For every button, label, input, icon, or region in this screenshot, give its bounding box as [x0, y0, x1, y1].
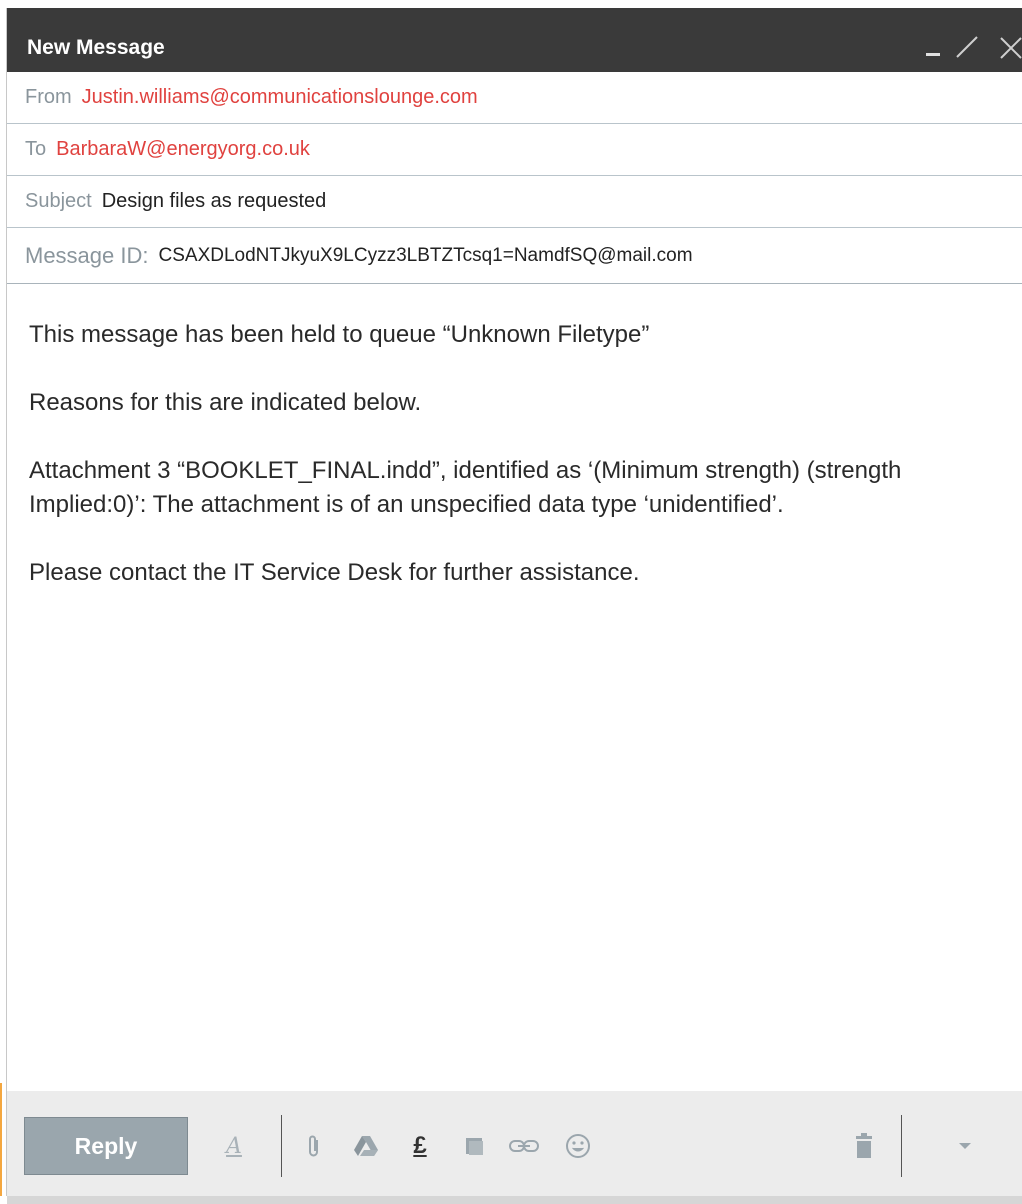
body-paragraph: This message has been held to queue “Unk… — [29, 321, 650, 348]
emoji-icon[interactable] — [563, 1131, 593, 1161]
minimize-icon[interactable] — [919, 30, 947, 64]
left-accent-bar — [0, 1083, 2, 1196]
subject-label: Subject — [25, 190, 92, 212]
trash-icon[interactable] — [853, 1131, 875, 1161]
copy-icon[interactable] — [461, 1131, 487, 1161]
toolbar-separator — [281, 1115, 282, 1177]
pound-icon[interactable]: £ — [407, 1131, 433, 1161]
text-format-glyph: A — [226, 1133, 242, 1159]
from-address[interactable]: Justin.williams@communicationslounge.com — [82, 86, 478, 109]
subject-row: Subject Design files as requested — [7, 176, 1022, 228]
paperclip-icon[interactable] — [305, 1131, 323, 1161]
expand-icon[interactable] — [953, 30, 981, 64]
subject-field[interactable]: Design files as requested — [102, 190, 327, 213]
pound-glyph: £ — [413, 1132, 427, 1159]
link-icon[interactable] — [507, 1131, 541, 1161]
to-address[interactable]: BarbaraW@energyorg.co.uk — [56, 138, 310, 161]
message-id-value: CSAXDLodNTJkyuX9LCyzz3LBTZTcsq1=NamdfSQ@… — [158, 244, 693, 266]
text-format-icon[interactable]: A — [221, 1131, 247, 1161]
title-bar: New Message — [7, 8, 1022, 72]
reply-button[interactable]: Reply — [24, 1117, 188, 1175]
from-row: From Justin.williams@communicationsloung… — [7, 72, 1022, 124]
more-options-icon[interactable] — [955, 1131, 975, 1161]
compose-toolbar: Reply A £ — [7, 1091, 1022, 1204]
message-id-row: Message ID: CSAXDLodNTJkyuX9LCyzz3LBTZTc… — [7, 228, 1022, 284]
to-label: To — [25, 138, 47, 160]
toolbar-separator-right — [901, 1115, 902, 1177]
compose-window: New Message From Justin.williams@communi… — [6, 8, 1022, 1204]
to-row: To BarbaraW@energyorg.co.uk — [7, 124, 1022, 176]
body-paragraph: Attachment 3 “BOOKLET_FINAL.indd”, ident… — [29, 457, 902, 518]
close-icon[interactable] — [997, 30, 1022, 64]
window-title: New Message — [27, 36, 165, 59]
window-bottom-border — [7, 1196, 1022, 1204]
body-paragraph: Reasons for this are indicated below. — [29, 389, 422, 416]
from-label: From — [25, 86, 72, 108]
body-paragraph: Please contact the IT Service Desk for f… — [29, 559, 640, 586]
message-id-label: Message ID: — [25, 242, 149, 268]
drive-icon[interactable] — [351, 1131, 381, 1161]
message-body[interactable]: This message has been held to queue “Unk… — [29, 318, 979, 624]
